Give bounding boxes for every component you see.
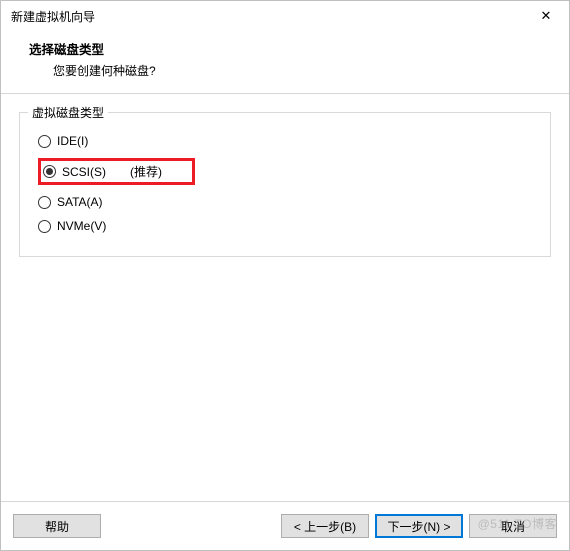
close-icon[interactable]: ✕ (533, 6, 559, 26)
group-label: 虚拟磁盘类型 (28, 104, 108, 121)
radio-label: IDE(I) (57, 134, 88, 148)
radio-icon (38, 135, 51, 148)
radio-label: SATA(A) (57, 195, 103, 209)
disk-type-group: 虚拟磁盘类型 IDE(I) SCSI(S) (推荐) SATA(A) NVMe(… (19, 112, 551, 257)
radio-option-sata[interactable]: SATA(A) (34, 190, 536, 214)
wizard-footer: 帮助 < 上一步(B) 下一步(N) > 取消 (1, 501, 569, 550)
radio-icon (38, 196, 51, 209)
radio-icon (43, 165, 56, 178)
back-button[interactable]: < 上一步(B) (281, 514, 369, 538)
radio-option-ide[interactable]: IDE(I) (34, 129, 536, 153)
next-button[interactable]: 下一步(N) > (375, 514, 463, 538)
radio-label: NVMe(V) (57, 219, 106, 233)
page-title: 选择磁盘类型 (29, 39, 541, 58)
window-title: 新建虚拟机向导 (11, 8, 95, 25)
cancel-button[interactable]: 取消 (469, 514, 557, 538)
page-subtitle: 您要创建何种磁盘? (29, 62, 541, 79)
radio-option-scsi[interactable]: SCSI(S) (推荐) (34, 153, 536, 190)
radio-label: SCSI(S) (62, 165, 106, 179)
titlebar: 新建虚拟机向导 ✕ (1, 1, 569, 31)
highlight-box: SCSI(S) (推荐) (38, 158, 195, 185)
wizard-content: 虚拟磁盘类型 IDE(I) SCSI(S) (推荐) SATA(A) NVMe(… (1, 94, 569, 257)
wizard-header: 选择磁盘类型 您要创建何种磁盘? (1, 31, 569, 94)
help-button[interactable]: 帮助 (13, 514, 101, 538)
recommended-label: (推荐) (130, 163, 162, 180)
radio-icon (38, 220, 51, 233)
radio-option-nvme[interactable]: NVMe(V) (34, 214, 536, 238)
